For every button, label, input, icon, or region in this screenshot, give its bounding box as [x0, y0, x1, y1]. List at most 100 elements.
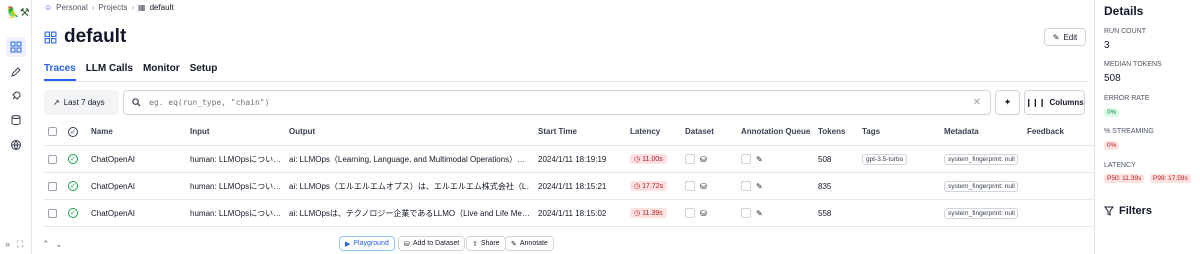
globe-nav-icon[interactable]	[6, 135, 26, 155]
latency-badge: ◷ 17.72s	[630, 181, 668, 191]
columns-button[interactable]: ❙❙❙ Columns	[1024, 90, 1085, 115]
run-tokens: 558	[818, 208, 832, 218]
annotate-nav-icon[interactable]	[6, 62, 26, 82]
success-icon: ✓	[68, 208, 78, 218]
chart-icon: ↗	[53, 98, 60, 107]
clear-search-icon[interactable]: ✕	[973, 97, 981, 108]
run-input: human: LLMOpsについ…	[190, 154, 282, 164]
columns-label: Columns	[1049, 98, 1084, 107]
col-header-dataset[interactable]: Dataset	[685, 118, 714, 145]
metadata-chip: system_fingerprint: null	[944, 153, 1018, 165]
filter-icon	[1104, 206, 1114, 216]
clock-icon: ◷	[634, 210, 641, 217]
run-output: ai: LLMOps（Learning, Language, and Multi…	[289, 154, 526, 164]
langsmith-logo[interactable]: 🦜⚒	[6, 6, 30, 19]
pencil-icon: ✎	[511, 240, 517, 248]
add-to-dataset-label: Add to Dataset	[412, 240, 460, 247]
pencil-icon: ✎	[1052, 32, 1060, 42]
run-tokens: 835	[818, 181, 832, 191]
dataset-checkbox[interactable]	[685, 154, 695, 164]
page-header: default	[44, 26, 126, 48]
tab-monitor[interactable]: Monitor	[143, 63, 180, 81]
expand-sidebar-icon[interactable]: »	[5, 239, 10, 249]
project-grid-icon	[44, 31, 57, 43]
tab-setup[interactable]: Setup	[190, 63, 218, 81]
page-title: default	[64, 26, 127, 47]
annotate-pencil-icon[interactable]: ✎	[756, 182, 763, 191]
edit-button[interactable]: ✎ Edit	[1044, 28, 1086, 46]
breadcrumb-personal[interactable]: Personal	[56, 3, 88, 12]
share-label: Share	[480, 240, 500, 247]
error-rate-badge: 0%	[1104, 108, 1120, 117]
queue-checkbox[interactable]	[741, 154, 751, 164]
search-input[interactable]	[149, 98, 949, 107]
toolbar: ↗ Last 7 days ✕ ✦ ❙❙❙ Columns	[44, 90, 1085, 115]
database-icon[interactable]: ⛁	[700, 209, 707, 218]
projects-nav-icon[interactable]	[6, 37, 26, 57]
annotate-button[interactable]: ✎ Annotate	[505, 236, 554, 251]
annotate-pencil-icon[interactable]: ✎	[756, 209, 763, 218]
metadata-chip: system_fingerprint: null	[944, 207, 1018, 219]
tab-llm-calls[interactable]: LLM Calls	[86, 63, 133, 81]
tag-chip: gpt-3.5-turbo	[862, 153, 908, 165]
col-header-feedback[interactable]: Feedback	[1027, 118, 1064, 145]
run-start-time: 2024/1/11 18:19:19	[538, 154, 607, 164]
dataset-checkbox[interactable]	[685, 208, 695, 218]
queue-checkbox[interactable]	[741, 208, 751, 218]
share-button[interactable]: ⇧ Share	[466, 236, 506, 251]
run-name[interactable]: ChatOpenAI	[91, 146, 135, 172]
col-header-metadata[interactable]: Metadata	[944, 118, 979, 145]
run-output: ai: LLMOpsは、テクノロジー企業であるLLMO（Live and Lif…	[289, 208, 529, 218]
col-header-tokens[interactable]: Tokens	[818, 118, 845, 145]
tab-traces[interactable]: Traces	[44, 63, 76, 81]
row-checkbox[interactable]	[48, 181, 57, 191]
table-row[interactable]: ✓ ChatOpenAI human: LLMOpsについ… ai: LLMOp…	[44, 146, 1094, 173]
filters-header[interactable]: Filters	[1104, 205, 1152, 217]
chevron-down-icon[interactable]: ⌄	[55, 239, 63, 250]
magic-wand-icon: ✦	[1003, 97, 1012, 107]
latency-value: 17.72s	[642, 182, 664, 190]
row-checkbox[interactable]	[48, 154, 57, 164]
metadata-chip: system_fingerprint: null	[944, 180, 1018, 192]
table-row[interactable]: ✓ ChatOpenAI human: LLMOpsについ… ai: LLMOp…	[44, 173, 1094, 200]
filters-label: Filters	[1119, 205, 1153, 217]
col-header-start-time[interactable]: Start Time	[538, 118, 577, 145]
play-icon: ▶	[345, 240, 351, 248]
run-start-time: 2024/1/11 18:15:21	[538, 181, 607, 191]
col-header-tags[interactable]: Tags	[862, 118, 880, 145]
col-header-name[interactable]: Name	[91, 118, 113, 145]
success-icon: ✓	[68, 154, 78, 164]
rocket-nav-icon[interactable]	[6, 86, 26, 106]
add-to-dataset-button[interactable]: ⛁ Add to Dataset	[398, 236, 466, 251]
database-icon[interactable]: ⛁	[700, 155, 707, 164]
select-all-checkbox[interactable]	[48, 127, 57, 136]
playground-label: Playground	[353, 240, 389, 247]
latency-label: LATENCY	[1104, 162, 1136, 169]
chevron-up-icon[interactable]: ⌃	[42, 239, 50, 250]
database-icon[interactable]: ⛁	[700, 182, 707, 191]
fullscreen-icon[interactable]: ⛶	[17, 239, 23, 250]
annotate-pencil-icon[interactable]: ✎	[756, 155, 763, 164]
run-start-time: 2024/1/11 18:15:02	[538, 208, 607, 218]
col-header-annotation-queue[interactable]: Annotation Queue	[741, 118, 810, 145]
magic-wand-button[interactable]: ✦	[995, 90, 1020, 115]
queue-checkbox[interactable]	[741, 181, 751, 191]
run-count-label: RUN COUNT	[1104, 28, 1146, 35]
dataset-checkbox[interactable]	[685, 181, 695, 191]
col-header-output[interactable]: Output	[289, 118, 315, 145]
run-name[interactable]: ChatOpenAI	[91, 200, 135, 226]
row-checkbox[interactable]	[48, 208, 57, 218]
edit-label: Edit	[1063, 32, 1078, 42]
database-nav-icon[interactable]	[6, 110, 26, 130]
database-icon: ⛁	[404, 240, 410, 248]
col-header-input[interactable]: Input	[190, 118, 210, 145]
tabs-divider	[44, 81, 1088, 82]
date-range-button[interactable]: ↗ Last 7 days	[44, 90, 119, 115]
median-tokens-label: MEDIAN TOKENS	[1104, 61, 1162, 68]
run-name[interactable]: ChatOpenAI	[91, 173, 135, 199]
breadcrumb-projects[interactable]: Projects	[98, 3, 127, 12]
table-row[interactable]: ✓ ChatOpenAI human: LLMOpsについ… ai: LLMOp…	[44, 200, 1094, 227]
col-header-latency[interactable]: Latency	[630, 118, 660, 145]
playground-button[interactable]: ▶ Playground	[339, 236, 395, 251]
breadcrumb: ☺ Personal › Projects › ▦ default	[44, 3, 174, 12]
